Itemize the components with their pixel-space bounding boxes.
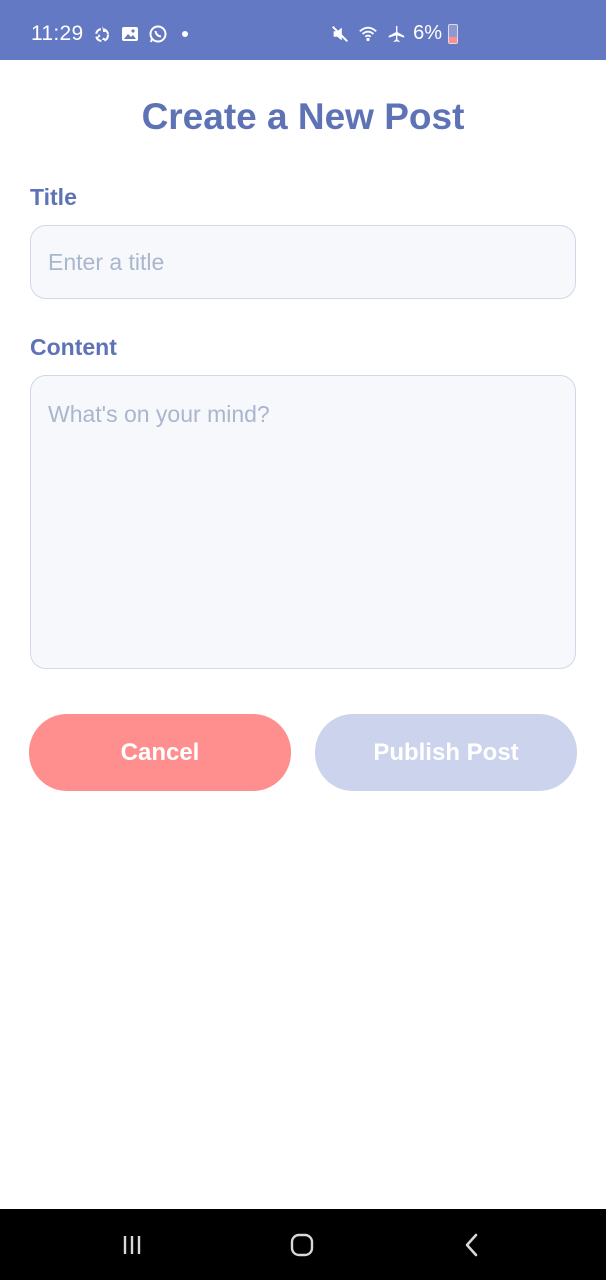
- recycle-icon: [92, 24, 112, 44]
- notification-dot: [181, 31, 188, 37]
- home-button[interactable]: [257, 1209, 347, 1280]
- page-title: Create a New Post: [141, 96, 465, 137]
- content-label: Content: [30, 334, 117, 360]
- wifi-icon: [357, 23, 379, 45]
- back-button[interactable]: [427, 1209, 517, 1280]
- home-icon: [290, 1233, 314, 1256]
- whatsapp-icon: [148, 24, 168, 44]
- navigation-bar: [0, 1209, 606, 1280]
- recents-icon: [123, 1235, 141, 1254]
- back-icon: [465, 1233, 478, 1256]
- status-time: 11:29: [31, 22, 84, 45]
- title-label: Title: [30, 184, 77, 210]
- recents-button[interactable]: [87, 1209, 177, 1280]
- content-textarea[interactable]: [30, 375, 576, 669]
- title-input[interactable]: [30, 225, 576, 299]
- battery-icon: [448, 23, 458, 44]
- battery-percent: 6%: [413, 22, 442, 44]
- publish-post-button[interactable]: Publish Post: [315, 714, 577, 791]
- mute-icon: [329, 23, 351, 45]
- cancel-button[interactable]: Cancel: [29, 714, 291, 791]
- status-right: 6%: [329, 22, 458, 45]
- airplane-icon: [385, 23, 407, 45]
- gallery-icon: [120, 24, 140, 44]
- status-bar: 11:29 6%: [0, 0, 606, 60]
- status-left: 11:29: [31, 22, 188, 46]
